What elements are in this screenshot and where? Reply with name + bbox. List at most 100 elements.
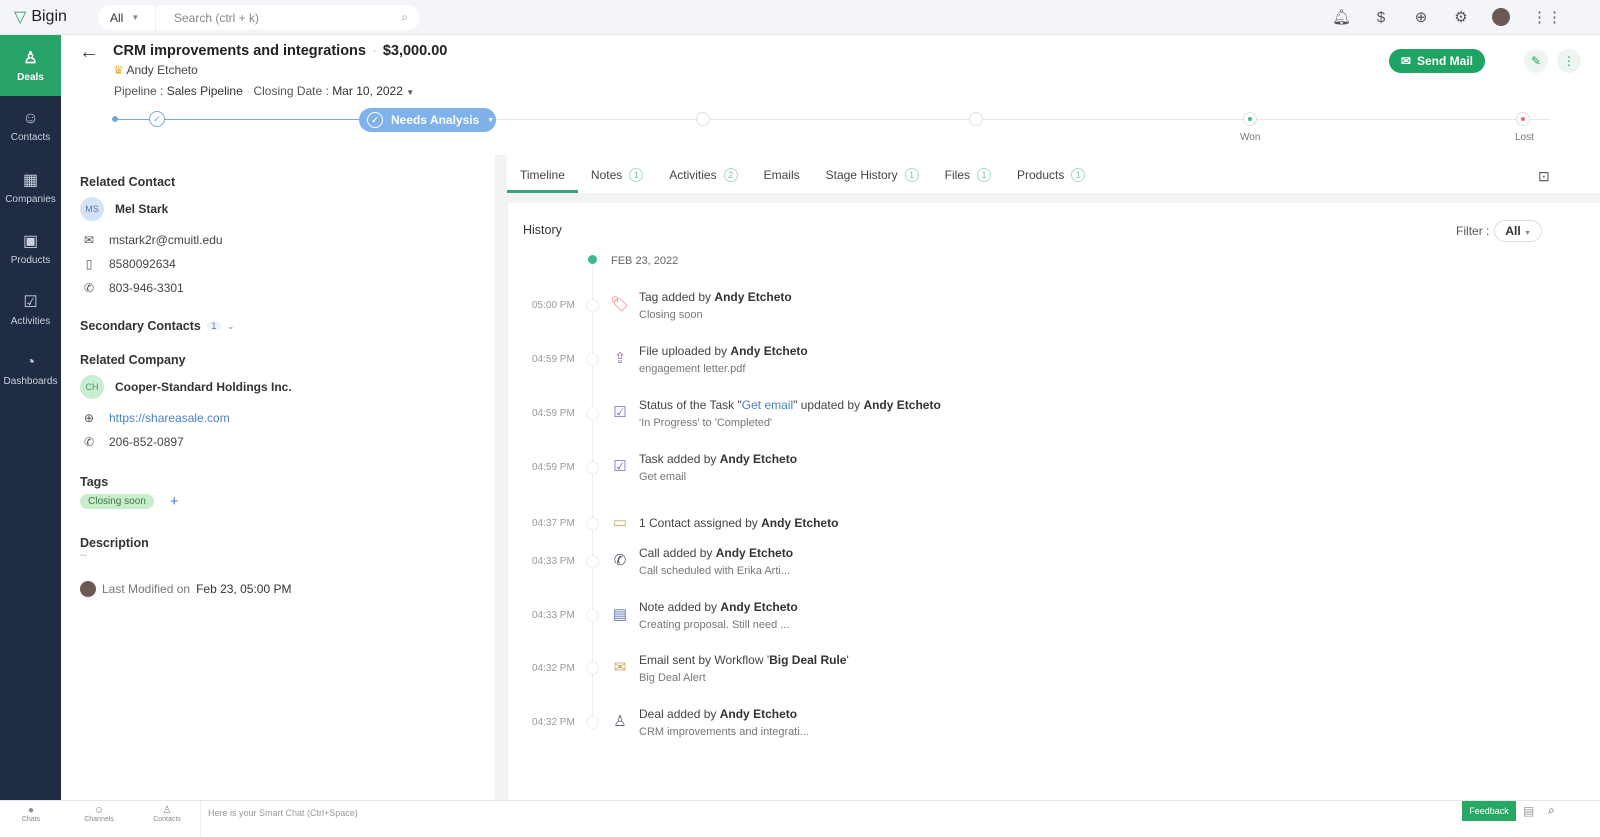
add-icon[interactable]: ⊕ [1412,8,1430,26]
tab-stage-history[interactable]: Stage History 1 [813,160,932,193]
entry-time: 05:00 PM [532,300,575,311]
chevron-down-icon: ⌄ [226,320,235,331]
entry-text: File uploaded by Andy Etcheto engagement … [639,344,808,375]
call-icon: ✆ [613,552,627,569]
apps-grid-icon[interactable]: ⋮⋮ [1532,8,1562,26]
sidebar-item-contacts[interactable]: ☺ Contacts [0,96,61,157]
contact-mobile[interactable]: 8580092634 [109,257,176,271]
sidebar-item-label: Activities [10,316,51,327]
stage-dot[interactable] [969,112,983,126]
chevron-down-icon[interactable]: ▼ [406,88,414,97]
more-vertical-icon: ⋮ [1563,54,1575,68]
search-icon[interactable]: ⌕ [1548,803,1555,818]
notes-icon[interactable]: ▤ [1523,804,1534,818]
contacts-icon: ☺ [22,110,39,127]
tab-bar: Timeline Notes 1 Activities 2 Emails Stage His… [507,160,1560,193]
tags-heading: Tags [80,475,109,489]
tab-notes[interactable]: Notes 1 [578,160,656,193]
contact-phone[interactable]: 803-946-3301 [109,281,184,295]
task-link[interactable]: Get email [742,398,793,412]
related-company-heading: Related Company [80,353,186,367]
expand-panel-icon[interactable]: ⊡ [1538,168,1550,185]
entry-time: 04:37 PM [532,518,575,529]
stage-won-dot[interactable] [1243,112,1257,126]
company-website-link[interactable]: https://shareasale.com [109,411,230,425]
back-arrow-icon[interactable]: ← [79,41,99,64]
sidebar-item-activities[interactable]: ☑ Activities [0,279,61,340]
file-upload-icon: ⇪ [613,350,627,367]
contact-avatar: MS [80,197,104,221]
search-input[interactable]: Search (ctrl + k) [156,11,401,25]
timeline-entry: 04:33 PM ✆ Call added by Andy Etcheto Call … [508,546,1408,586]
feedback-button[interactable]: Feedback [1462,801,1516,821]
search-scope-dropdown[interactable]: All ▼ [98,5,156,30]
smart-chat-input[interactable]: Here is your Smart Chat (Ctrl+Space) [200,801,358,837]
closing-date[interactable]: Mar 10, 2022 [332,84,403,98]
bottom-label: Chats [21,816,41,823]
tab-label: Emails [763,168,800,182]
entry-actor: Andy Etcheto [761,516,839,530]
currency-icon[interactable]: $ [1372,9,1390,26]
secondary-contacts-toggle[interactable]: Secondary Contacts 1 ⌄ [80,319,480,333]
activities-icon: ☑ [23,294,38,311]
sidebar-item-companies[interactable]: ▦ Companies [0,157,61,218]
tab-files[interactable]: Files 1 [932,160,1004,193]
contact-name[interactable]: Mel Stark [115,202,168,216]
entry-subtext: Big Deal Alert [639,672,706,684]
tab-label: Activities [669,168,717,182]
description-value: -- [80,550,87,561]
sidebar-item-products[interactable]: ▣ Products [0,218,61,279]
edit-button[interactable]: ✎ [1524,49,1548,73]
bottom-label: Contacts [153,816,181,823]
entry-time: 04:33 PM [532,610,575,621]
entry-text-pre: Note added by [639,600,721,614]
sidebar-item-deals[interactable]: ♙ Deals [0,35,61,96]
dashboards-icon: ◔ [25,354,36,371]
tab-products[interactable]: Products 1 [1004,160,1098,193]
current-stage-dropdown[interactable]: ✓ Needs Analysis ▼ [359,108,496,132]
company-phone[interactable]: 206-852-0897 [109,435,184,449]
entry-subtext: CRM improvements and integrati... [639,726,809,738]
stage-complete-check-icon[interactable]: ✓ [149,111,165,127]
stage-dot[interactable] [696,112,710,126]
add-tag-icon[interactable]: + [170,493,179,510]
phone-icon: ✆ [83,281,95,295]
entry-text: Note added by Andy Etcheto Creating propo… [639,600,798,631]
bottom-contacts-button[interactable]: ♙ Contacts [152,805,182,823]
bottom-chats-button[interactable]: ● Chats [16,805,46,823]
bottom-channels-button[interactable]: ☺ Channels [84,805,114,823]
sidebar-item-dashboards[interactable]: ◔ Dashboards [0,340,61,401]
more-options-button[interactable]: ⋮ [1557,49,1581,73]
tab-timeline[interactable]: Timeline [507,160,578,193]
company-avatar: CH [80,375,104,399]
check-circle-icon: ✓ [367,112,383,128]
crown-icon: ♛ [113,63,124,77]
stage-lost-dot[interactable] [1516,112,1530,126]
filter-dropdown[interactable]: All ▼ [1494,220,1542,242]
send-mail-button[interactable]: ✉ Send Mail [1388,49,1485,73]
bell-icon[interactable]: 🔔︎ [1332,8,1351,26]
entry-text-mid: " updated by [793,398,864,412]
entry-subtext: Creating proposal. Still need ... [639,619,790,631]
app-logo[interactable]: ▽ Bigin [14,7,67,27]
tag-chip[interactable]: Closing soon [80,494,154,509]
tab-label: Stage History [825,168,898,182]
settings-icon[interactable]: ⚙ [1452,8,1470,26]
timeline-entry: 04:33 PM ▤ Note added by Andy Etcheto Creat… [508,600,1408,640]
contact-email[interactable]: mstark2r@cmuitl.edu [109,233,223,247]
stage-dot[interactable] [112,116,118,122]
deal-owner[interactable]: ♛ Andy Etcheto [113,63,198,77]
tab-activities[interactable]: Activities 2 [656,160,750,193]
search-icon[interactable]: ⌕ [401,10,408,25]
timeline-entry: 04:59 PM ⇪ File uploaded by Andy Etcheto en… [508,344,1408,384]
avatar[interactable] [1492,8,1510,26]
timeline-entry: 04:32 PM ✉ Email sent by Workflow 'Big Dea… [508,653,1408,693]
secondary-count-badge: 1 [206,321,221,331]
bottom-label: Channels [84,816,114,823]
pipeline-info: Pipeline : Sales Pipeline · Closing Date… [114,84,415,98]
entry-text: Task added by Andy Etcheto Get email [639,452,797,483]
entry-text: Email sent by Workflow 'Big Deal Rule' Bi… [639,653,849,684]
entry-text-pre: Call added by [639,546,716,560]
company-name[interactable]: Cooper-Standard Holdings Inc. [115,380,292,394]
tab-emails[interactable]: Emails [751,160,813,193]
